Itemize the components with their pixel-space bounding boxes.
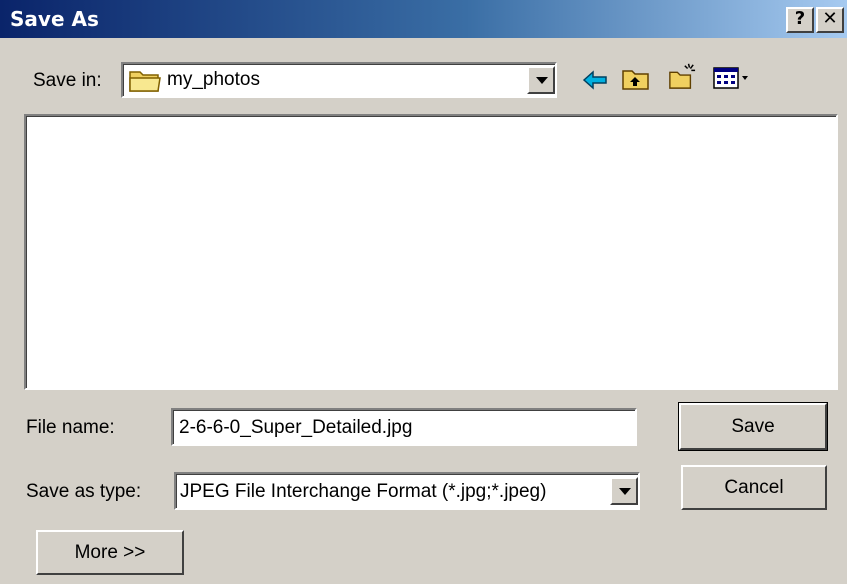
help-button[interactable]: ? bbox=[786, 7, 814, 33]
save-in-value: my_photos bbox=[167, 69, 260, 90]
file-list[interactable] bbox=[24, 114, 838, 390]
folder-icon bbox=[129, 71, 161, 92]
file-name-input[interactable]: 2-6-6-0_Super_Detailed.jpg bbox=[171, 408, 637, 446]
cancel-button[interactable]: Cancel bbox=[681, 465, 827, 510]
save-button[interactable]: Save bbox=[678, 402, 828, 451]
save-as-dialog: Save As ? ✕ Save in: my_photos File name… bbox=[0, 0, 847, 584]
title-bar[interactable]: Save As ? ✕ bbox=[0, 0, 847, 38]
close-button[interactable]: ✕ bbox=[816, 7, 844, 33]
save-as-type-label: Save as type: bbox=[26, 481, 142, 502]
save-as-type-value: JPEG File Interchange Format (*.jpg;*.jp… bbox=[180, 481, 547, 502]
file-name-label: File name: bbox=[26, 417, 115, 438]
new-folder-icon[interactable] bbox=[667, 62, 697, 90]
more-button[interactable]: More >> bbox=[36, 530, 184, 575]
window-title: Save As bbox=[10, 7, 99, 31]
save-in-combo[interactable]: my_photos bbox=[121, 62, 557, 98]
close-icon: ✕ bbox=[822, 8, 838, 29]
save-in-label: Save in: bbox=[33, 70, 102, 91]
help-icon: ? bbox=[794, 8, 806, 29]
back-arrow-icon[interactable] bbox=[580, 66, 610, 94]
save-in-dropdown-button[interactable] bbox=[527, 66, 555, 94]
up-one-level-icon[interactable] bbox=[621, 64, 651, 92]
save-as-type-dropdown-button[interactable] bbox=[610, 477, 638, 505]
view-menu-icon[interactable] bbox=[712, 64, 752, 92]
file-name-value: 2-6-6-0_Super_Detailed.jpg bbox=[179, 417, 413, 438]
save-as-type-combo[interactable]: JPEG File Interchange Format (*.jpg;*.jp… bbox=[174, 472, 640, 510]
